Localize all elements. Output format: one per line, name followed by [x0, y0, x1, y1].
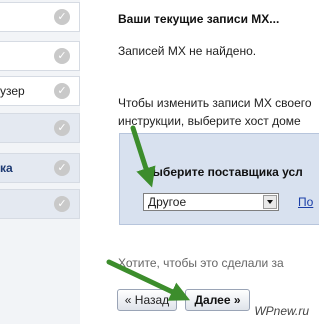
sidebar-item-3[interactable]: узер ✓ — [0, 76, 80, 106]
instructions-text: Чтобы изменить записи MX своего инструкц… — [118, 94, 312, 130]
next-button[interactable]: Далее » — [185, 289, 250, 311]
no-records-text: Записей MX не найдено. — [118, 44, 257, 58]
check-circle-icon: ✓ — [54, 9, 70, 25]
sidebar-item-6[interactable]: ✓ — [0, 189, 80, 219]
page-title: Ваши текущие записи MX... — [118, 12, 280, 26]
sidebar: ✓ ✓ узер ✓ ✓ ка ✓ ✓ — [0, 0, 80, 324]
instructions-line-2: инструкции, выберите хост доме — [118, 114, 301, 128]
provider-select-value: Другое — [148, 195, 187, 209]
provider-select[interactable]: Другое — [143, 193, 279, 211]
sidebar-item-4[interactable]: ✓ — [0, 113, 80, 143]
sidebar-item-label: узер — [0, 84, 25, 98]
check-circle-icon: ✓ — [54, 120, 70, 136]
check-circle-icon: ✓ — [54, 48, 70, 64]
sidebar-item-label: ка — [0, 161, 13, 175]
instructions-line-1: Чтобы изменить записи MX своего — [118, 96, 312, 110]
back-button[interactable]: « Назад — [117, 289, 177, 311]
check-circle-icon: ✓ — [54, 83, 70, 99]
sidebar-item-5[interactable]: ка ✓ — [0, 153, 80, 183]
provider-label: Выберите поставщика усл — [144, 165, 303, 179]
chevron-down-icon[interactable] — [263, 195, 277, 209]
check-circle-icon: ✓ — [54, 160, 70, 176]
check-circle-icon: ✓ — [54, 196, 70, 212]
sidebar-item-1[interactable]: ✓ — [0, 2, 80, 32]
help-link[interactable]: По — [298, 195, 313, 209]
footer-question: Хотите, чтобы это сделали за — [118, 256, 284, 270]
watermark: WPnew.ru — [254, 304, 309, 318]
provider-panel: Выберите поставщика усл Другое По — [119, 133, 319, 225]
sidebar-item-2[interactable]: ✓ — [0, 41, 80, 71]
